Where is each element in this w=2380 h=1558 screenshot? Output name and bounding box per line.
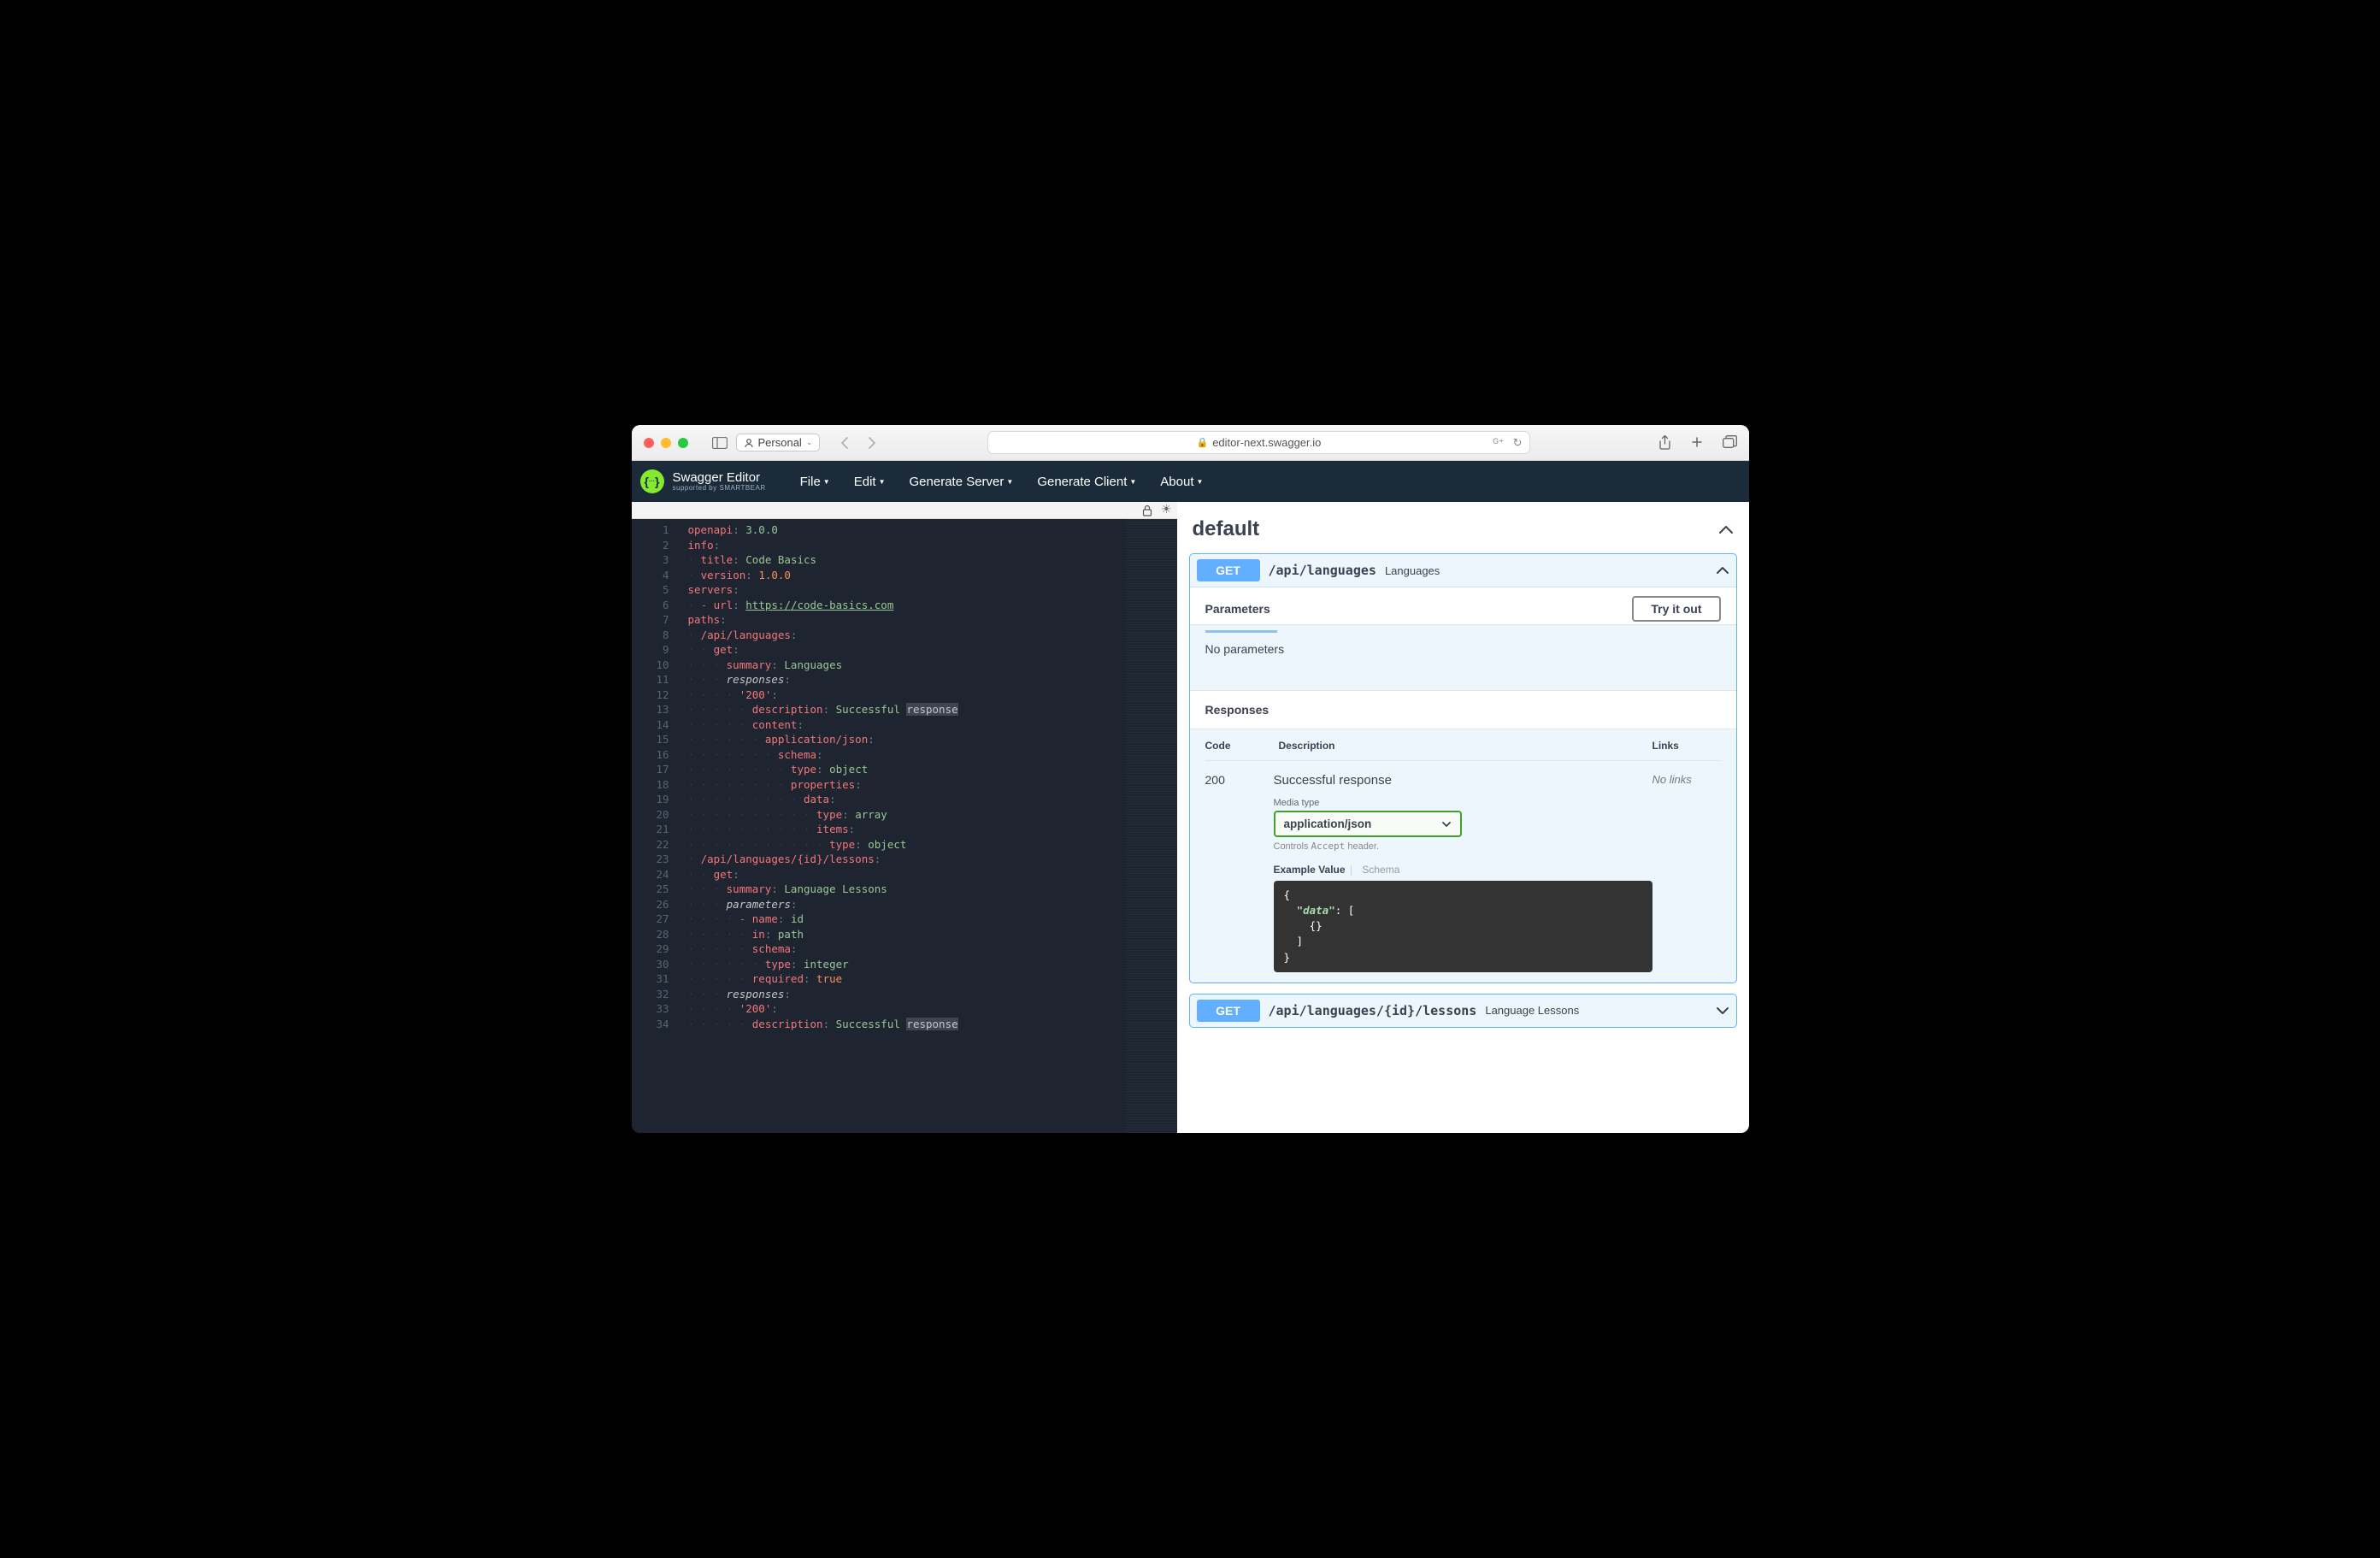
theme-toggle-icon[interactable]: ☀ — [1161, 502, 1172, 516]
media-type-select[interactable]: application/json — [1274, 811, 1462, 837]
operation-description: Languages — [1385, 564, 1440, 577]
minimap[interactable] — [1126, 519, 1177, 1133]
method-badge: GET — [1197, 1000, 1260, 1022]
app-header: {···} Swagger Editor supported by SMARTB… — [632, 461, 1749, 502]
operation-block-lessons: GET /api/languages/{id}/lessons Language… — [1189, 994, 1737, 1028]
chevron-up-icon — [1718, 525, 1734, 534]
responses-table: Code Description Links 200 Successful re… — [1190, 729, 1736, 983]
try-it-out-button[interactable]: Try it out — [1632, 596, 1720, 622]
tab-underline — [1205, 630, 1277, 633]
url-bar[interactable]: 🔒 editor-next.swagger.io ᴳ⁺ ↻ — [987, 431, 1529, 454]
method-badge: GET — [1197, 559, 1260, 581]
new-tab-icon[interactable] — [1690, 435, 1704, 450]
menu-file[interactable]: File▼ — [800, 475, 830, 489]
reload-icon[interactable]: ↻ — [1513, 436, 1523, 450]
operation-description: Language Lessons — [1485, 1004, 1579, 1017]
operation-summary[interactable]: GET /api/languages Languages — [1190, 554, 1736, 587]
caret-down-icon: ▼ — [1129, 478, 1136, 486]
close-window-button[interactable] — [644, 438, 654, 448]
profile-selector[interactable]: Personal ⌄ — [736, 434, 821, 451]
header-description: Description — [1274, 740, 1652, 752]
url-text: editor-next.swagger.io — [1212, 436, 1321, 449]
menu-edit[interactable]: Edit▼ — [854, 475, 886, 489]
readonly-lock-icon[interactable] — [1142, 505, 1152, 516]
menu-about[interactable]: About▼ — [1160, 475, 1203, 489]
editor-area[interactable]: 1234567891011121314151617181920212223242… — [632, 519, 1177, 1133]
response-content: Successful response Media type applicati… — [1274, 773, 1652, 972]
controls-hint: Controls Accept header. — [1274, 841, 1652, 852]
safari-toolbar: Personal ⌄ 🔒 editor-next.swagger.io ᴳ⁺ ↻ — [632, 425, 1749, 461]
share-icon[interactable] — [1658, 435, 1671, 450]
logo: {···} Swagger Editor supported by SMARTB… — [640, 469, 766, 493]
preview-pane: default GET /api/languages Languages Par… — [1177, 502, 1749, 1133]
tag-name: default — [1193, 517, 1260, 541]
caret-down-icon: ▼ — [823, 478, 830, 486]
editor-toolbar: ☀ — [632, 502, 1177, 519]
translate-icon[interactable]: ᴳ⁺ — [1493, 436, 1504, 450]
operation-path: /api/languages/{id}/lessons — [1269, 1003, 1477, 1018]
media-type-label: Media type — [1274, 798, 1652, 808]
header-links: Links — [1652, 740, 1721, 752]
response-links: No links — [1652, 773, 1721, 972]
sidebar-toggle-icon[interactable] — [712, 437, 728, 449]
operation-summary[interactable]: GET /api/languages/{id}/lessons Language… — [1190, 994, 1736, 1027]
operation-block-languages: GET /api/languages Languages Parameters … — [1189, 553, 1737, 983]
lock-icon: 🔒 — [1196, 437, 1208, 448]
minimize-window-button[interactable] — [661, 438, 671, 448]
tab-schema[interactable]: Schema — [1362, 864, 1399, 876]
person-icon — [744, 438, 754, 448]
response-description: Successful response — [1274, 773, 1652, 788]
maximize-window-button[interactable] — [678, 438, 688, 448]
response-row: 200 Successful response Media type appli… — [1205, 761, 1721, 972]
code-content[interactable]: openapi: 3.0.0info:· title: Code Basics·… — [676, 519, 1177, 1133]
content-split: ☀ 12345678910111213141516171819202122232… — [632, 502, 1749, 1133]
header-code: Code — [1205, 740, 1274, 752]
caret-down-icon: ▼ — [1006, 478, 1013, 486]
media-type-value: application/json — [1284, 817, 1372, 830]
swagger-logo-icon: {···} — [640, 469, 664, 493]
window-controls — [644, 438, 688, 448]
example-body[interactable]: { "data": [ {} ] } — [1274, 881, 1652, 972]
parameters-title: Parameters — [1205, 602, 1270, 616]
forward-button[interactable] — [866, 436, 876, 450]
parameters-header: Parameters Try it out — [1190, 587, 1736, 625]
editor-pane: ☀ 12345678910111213141516171819202122232… — [632, 502, 1177, 1133]
line-gutter: 1234567891011121314151617181920212223242… — [632, 519, 676, 1133]
chevron-up-icon — [1716, 566, 1729, 575]
chevron-down-icon — [1716, 1006, 1729, 1015]
response-code: 200 — [1205, 773, 1274, 972]
responses-title: Responses — [1190, 690, 1736, 729]
caret-down-icon: ▼ — [1197, 478, 1204, 486]
logo-subtitle: supported by SMARTBEAR — [673, 484, 766, 492]
chevron-down-icon: ⌄ — [806, 438, 813, 447]
tab-example-value[interactable]: Example Value — [1274, 864, 1346, 876]
menu-bar: File▼ Edit▼ Generate Server▼ Generate Cl… — [800, 475, 1204, 489]
caret-down-icon: ▼ — [879, 478, 886, 486]
browser-window: Personal ⌄ 🔒 editor-next.swagger.io ᴳ⁺ ↻… — [632, 425, 1749, 1133]
menu-generate-client[interactable]: Generate Client▼ — [1037, 475, 1136, 489]
chevron-down-icon — [1441, 821, 1452, 828]
back-button[interactable] — [840, 436, 851, 450]
menu-generate-server[interactable]: Generate Server▼ — [910, 475, 1014, 489]
profile-name: Personal — [758, 436, 802, 449]
example-tabs: Example Value | Schema — [1274, 864, 1652, 876]
operation-body: Parameters Try it out No parameters Resp… — [1190, 587, 1736, 983]
tag-section-header[interactable]: default — [1189, 510, 1737, 553]
no-parameters-message: No parameters — [1190, 625, 1736, 690]
operation-path: /api/languages — [1269, 563, 1376, 578]
tabs-icon[interactable] — [1723, 435, 1737, 450]
logo-title: Swagger Editor — [673, 471, 766, 484]
